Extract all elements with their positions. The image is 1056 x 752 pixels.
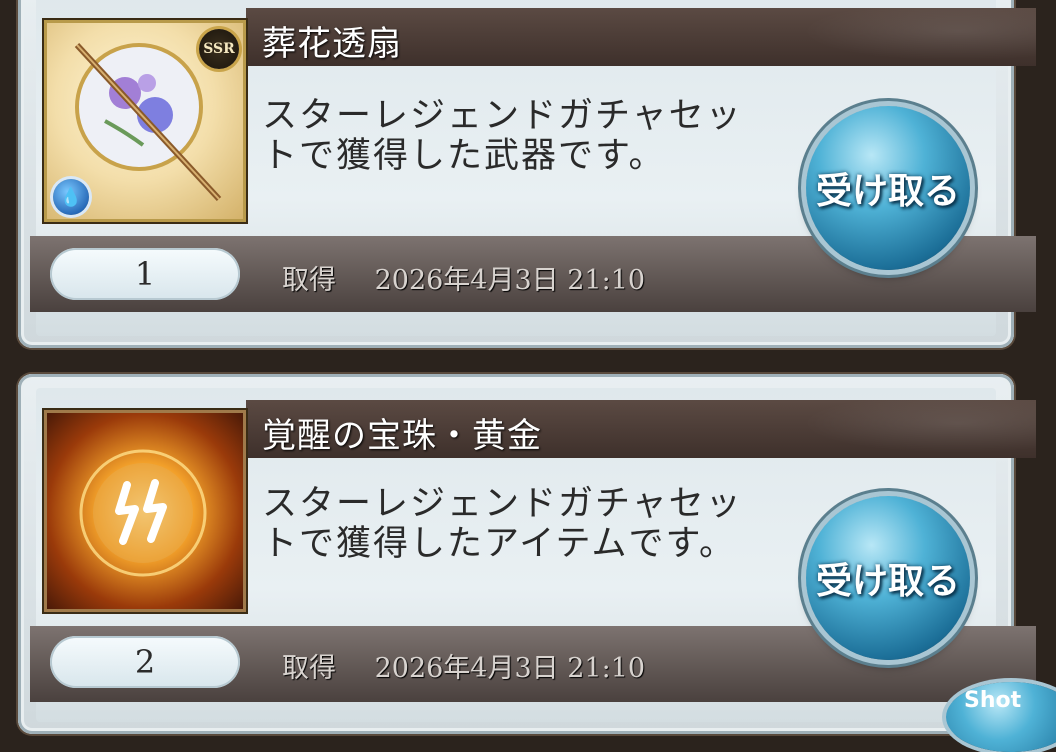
obtained-label: 取得 — [282, 265, 336, 296]
obtained-date: 2026年4月3日 21:10 — [374, 265, 646, 296]
item-description: スターレジェンドガチャセットで獲得したアイテムです。 — [262, 484, 743, 564]
receive-button[interactable]: 受け取る — [806, 106, 970, 270]
fan-weapon-icon[interactable]: SSR 💧 — [44, 20, 246, 222]
shot-button-label: Shot — [964, 688, 1022, 713]
shot-button[interactable]: Shot — [946, 682, 1056, 752]
obtained-label: 取得 — [282, 653, 336, 684]
item-name: 覚醒の宝珠・黄金 — [262, 416, 542, 456]
golden-orb-icon[interactable] — [44, 410, 246, 612]
obtained-date: 2026年4月3日 21:10 — [374, 653, 646, 684]
receive-button[interactable]: 受け取る — [806, 496, 970, 660]
quantity-display: 2 — [50, 636, 240, 688]
obtained-info: 取得 2026年4月3日 21:10 — [282, 258, 645, 297]
item-description: スターレジェンドガチャセットで獲得した武器です。 — [262, 96, 743, 176]
quantity-display: 1 — [50, 248, 240, 300]
ssr-rarity-badge: SSR — [199, 29, 239, 69]
water-element-icon: 💧 — [53, 179, 89, 215]
obtained-info: 取得 2026年4月3日 21:10 — [282, 646, 645, 685]
item-name: 葬花透扇 — [262, 24, 402, 64]
